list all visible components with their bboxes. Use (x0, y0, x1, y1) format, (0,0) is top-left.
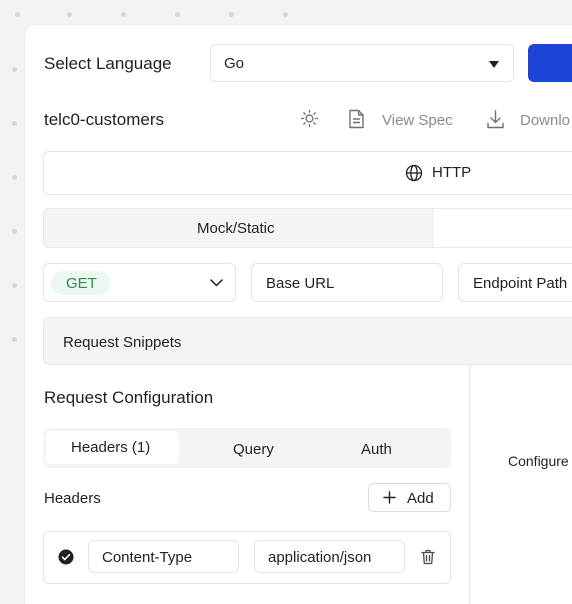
config-title: Request Configuration (44, 388, 214, 407)
project-name: telc0-customers (44, 110, 164, 129)
tab-headers-label: Headers (1) (71, 439, 151, 456)
caret-down-icon (489, 61, 499, 68)
plus-icon (383, 491, 396, 504)
tab-auth[interactable]: Auth (323, 431, 448, 464)
header-key-input[interactable]: Content-Type (88, 540, 239, 573)
view-spec-link[interactable]: View Spec (382, 112, 453, 129)
vertical-divider (469, 365, 470, 604)
protocol-selector[interactable]: HTTP (43, 151, 572, 195)
method-label: GET (66, 275, 97, 292)
globe-icon (405, 164, 423, 182)
mode-tabs: Mock/Static (43, 208, 572, 248)
sun-icon[interactable] (300, 109, 319, 128)
primary-action-button[interactable] (528, 44, 572, 82)
trash-icon[interactable] (421, 549, 435, 565)
download-link[interactable]: Downlo (520, 112, 570, 129)
language-label: Select Language (44, 54, 172, 73)
request-snippets-toggle[interactable]: Request Snippets (43, 317, 572, 365)
header-value-input[interactable]: application/json (254, 540, 405, 573)
tab-mock-static[interactable]: Mock/Static (44, 209, 434, 247)
language-select[interactable]: Go (210, 44, 514, 82)
tab-mock-static-label: Mock/Static (197, 220, 275, 237)
configure-hint: Configure (508, 453, 569, 469)
header-row: Content-Type application/json (43, 531, 451, 584)
add-header-button[interactable]: Add (368, 483, 451, 512)
protocol-label: HTTP (432, 164, 472, 181)
request-snippets-label: Request Snippets (63, 334, 182, 351)
check-circle-icon[interactable] (58, 549, 74, 565)
add-header-label: Add (407, 490, 434, 507)
endpoint-path-placeholder: Endpoint Path (473, 275, 568, 292)
tab-query[interactable]: Query (193, 431, 313, 464)
tab-query-label: Query (233, 441, 274, 458)
tab-headers[interactable]: Headers (1) (46, 431, 179, 464)
header-key-value: Content-Type (102, 549, 193, 566)
language-selected: Go (224, 55, 245, 72)
tab-auth-label: Auth (361, 441, 392, 458)
method-select[interactable]: GET (43, 263, 236, 302)
tab-other[interactable] (434, 209, 572, 247)
download-icon[interactable] (486, 109, 505, 129)
config-tabs: Headers (1) Query Auth (43, 428, 451, 468)
document-icon[interactable] (348, 109, 365, 129)
headers-label: Headers (44, 490, 101, 507)
chevron-down-icon (210, 279, 223, 287)
endpoint-path-input[interactable]: Endpoint Path (458, 263, 572, 302)
base-url-input[interactable]: Base URL (251, 263, 443, 302)
main-panel: Select Language Go telc0-customers View … (25, 25, 572, 604)
base-url-placeholder: Base URL (266, 275, 335, 292)
header-value-value: application/json (268, 549, 372, 566)
